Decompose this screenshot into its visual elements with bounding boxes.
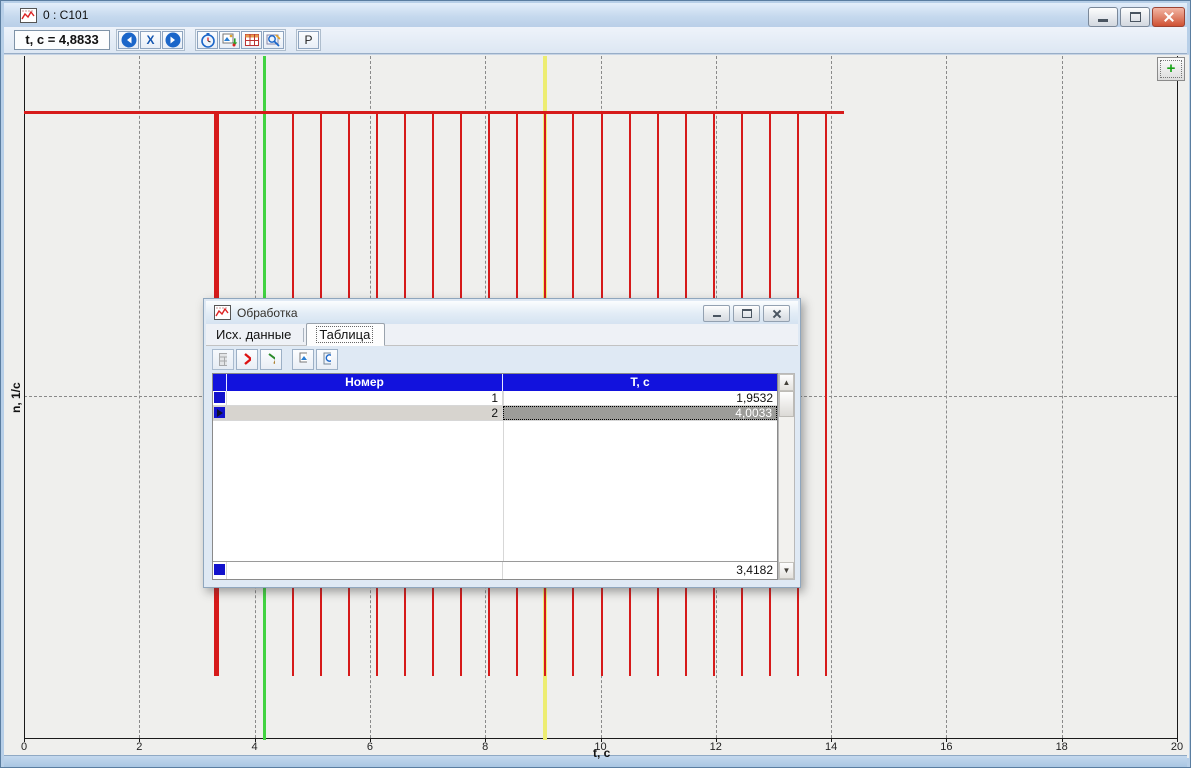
footer-t-cell: 3,4182 (503, 562, 777, 579)
delete-cursor-button[interactable]: X (140, 31, 161, 49)
x-tick-label: 10 (594, 741, 606, 753)
next-cursor-button[interactable] (162, 31, 183, 49)
scroll-down-button[interactable]: ▼ (779, 562, 794, 579)
tab-table[interactable]: Таблица (306, 323, 385, 346)
table-icon (244, 32, 260, 48)
x-gridline (831, 56, 832, 738)
plot-right-border (1177, 56, 1178, 738)
stopwatch-icon (200, 32, 216, 48)
column-header-number[interactable]: Номер (227, 374, 503, 391)
x-tick-label: 12 (710, 741, 722, 753)
x-tick-label: 2 (136, 741, 142, 753)
x-gridline (139, 56, 140, 738)
scroll-down-icon: ▼ (783, 566, 791, 575)
x-tick-label: 6 (367, 741, 373, 753)
window-title: 0 : C101 (43, 8, 88, 22)
signal-spike (825, 112, 827, 676)
cell-number[interactable]: 1 (227, 391, 503, 405)
table-scrollbar[interactable]: ▲ ▼ (778, 373, 795, 580)
row-marker (213, 391, 227, 405)
green-plus-icon: + (1167, 62, 1176, 76)
export-chart-button[interactable] (292, 349, 314, 370)
x-tick-label: 18 (1056, 741, 1068, 753)
zoom-reset-button[interactable]: + (1157, 57, 1185, 81)
header-marker-cell (213, 374, 227, 391)
cursor-nav-group: X (116, 29, 185, 51)
results-table[interactable]: Номер T, с 1 1,9532 2 4,0033 3,4182 (212, 373, 778, 580)
chart-zoom-icon (323, 351, 331, 367)
restore-icon (1130, 12, 1141, 22)
dialog-close-button[interactable] (763, 305, 790, 322)
dialog-title: Обработка (237, 306, 298, 320)
x-gridline (946, 56, 947, 738)
minimize-icon (1098, 19, 1108, 22)
clear-table-button[interactable] (260, 349, 282, 370)
arrow-right-circle-icon (165, 32, 181, 48)
column-header-t[interactable]: T, с (503, 374, 777, 391)
cell-number[interactable]: 2 (227, 406, 503, 420)
chart-zoom-button[interactable] (263, 31, 284, 49)
delete-x-icon (243, 352, 251, 366)
x-tick-label: 8 (482, 741, 488, 753)
close-button[interactable] (1152, 7, 1185, 27)
table-button[interactable] (241, 31, 262, 49)
app-chart-icon (20, 8, 37, 23)
dialog-tabs: Исх. данные Таблица (206, 324, 798, 346)
chart-export-icon (222, 32, 238, 48)
close-icon (1164, 12, 1174, 22)
zoom-chart-button[interactable] (316, 349, 338, 370)
processing-dialog[interactable]: Обработка Исх. данные Таблица (203, 298, 801, 588)
tab-separator (303, 328, 304, 342)
chart-export-icon (299, 351, 307, 367)
x-tick-label: 14 (825, 741, 837, 753)
footer-marker (213, 562, 227, 579)
prev-cursor-button[interactable] (118, 31, 139, 49)
cell-t[interactable]: 1,9532 (503, 391, 777, 405)
table-footer-row: 3,4182 (213, 561, 777, 579)
main-toolbar: t, c = 4,8833 X P (4, 27, 1187, 54)
dialog-maximize-button[interactable] (733, 305, 760, 322)
close-icon (773, 310, 781, 318)
p-group: P (296, 29, 321, 51)
arrow-left-circle-icon (121, 32, 137, 48)
grid-disabled-icon (219, 353, 227, 366)
x-tick-label: 20 (1171, 741, 1183, 753)
broom-icon (267, 352, 275, 367)
x-tick-label: 0 (21, 741, 27, 753)
delete-row-button[interactable] (236, 349, 258, 370)
footer-number-cell (227, 562, 503, 579)
window-titlebar[interactable]: 0 : C101 (4, 3, 1187, 27)
maximize-icon (742, 309, 752, 318)
app-window: 0 : C101 t, c = 4,8833 X (0, 0, 1191, 768)
restore-button[interactable] (1120, 7, 1150, 27)
table-row-selected[interactable]: 2 4,0033 (213, 406, 777, 421)
x-gridline (1062, 56, 1063, 738)
scroll-up-button[interactable]: ▲ (779, 374, 794, 391)
magnifier-pencil-icon (266, 32, 282, 48)
dialog-titlebar[interactable]: Обработка (206, 301, 798, 324)
dialog-chart-icon (214, 305, 231, 320)
table-row[interactable]: 1 1,9532 (213, 391, 777, 406)
plot-left-axis (24, 56, 25, 738)
cell-t-selected[interactable]: 4,0033 (503, 406, 777, 420)
row-marker-current (213, 406, 227, 420)
chart-export-button[interactable] (219, 31, 240, 49)
minimize-button[interactable] (1088, 7, 1118, 27)
tab-source-data[interactable]: Исх. данные (206, 324, 303, 345)
dialog-toolbar (212, 347, 338, 371)
stopwatch-button[interactable] (197, 31, 218, 49)
minimize-icon (713, 315, 721, 317)
dialog-minimize-button[interactable] (703, 305, 730, 322)
scrollbar-thumb[interactable] (779, 391, 794, 417)
scroll-up-icon: ▲ (783, 378, 791, 387)
x-tick-label: 16 (940, 741, 952, 753)
p-button[interactable]: P (298, 31, 319, 49)
current-row-arrow-icon (217, 409, 223, 417)
time-readout-field[interactable]: t, c = 4,8833 (14, 30, 110, 50)
x-tick-label: 4 (252, 741, 258, 753)
y-axis-label: n, 1/c (9, 382, 23, 413)
grid-disabled-button[interactable] (212, 349, 234, 370)
table-header-row: Номер T, с (213, 374, 777, 391)
tools-group (195, 29, 286, 51)
